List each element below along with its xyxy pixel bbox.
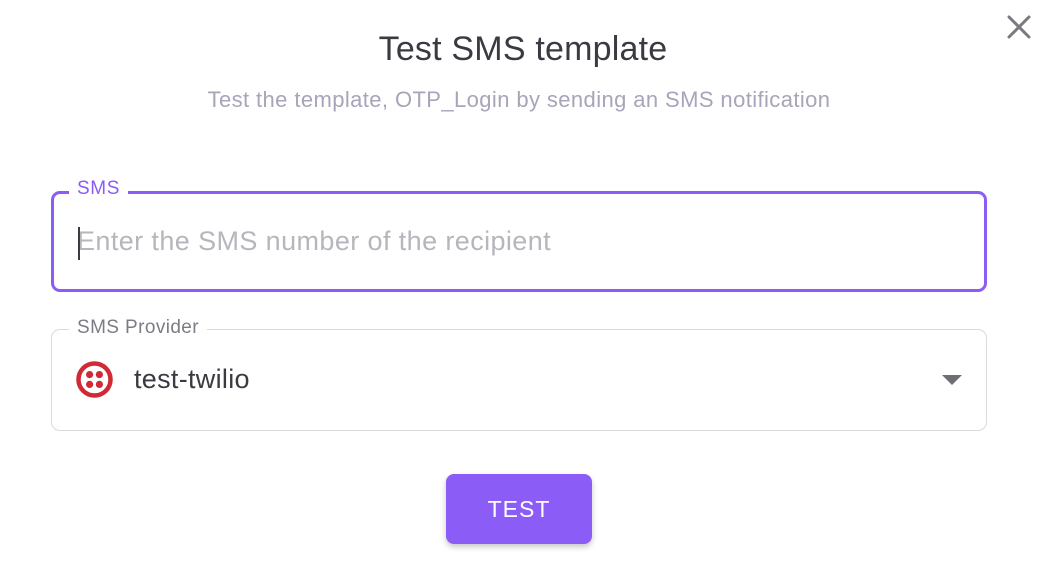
sms-field: SMS	[51, 178, 987, 292]
sms-provider-field: SMS Provider test-twilio	[51, 317, 987, 431]
dialog-title: Test SMS template	[378, 30, 668, 68]
sms-provider-select[interactable]: test-twilio	[52, 330, 986, 430]
test-sms-dialog: Test SMS template Test the template, OTP…	[0, 0, 1046, 566]
dialog-subtitle: Test the template, OTP_Login by sending …	[207, 87, 831, 112]
sms-number-input[interactable]	[77, 219, 947, 263]
twilio-logo-icon	[76, 361, 113, 398]
test-button[interactable]: TEST	[446, 474, 592, 544]
sms-field-label: SMS	[69, 178, 128, 200]
chevron-down-icon	[942, 375, 962, 385]
text-caret	[78, 227, 80, 260]
sms-provider-value: test-twilio	[134, 364, 250, 394]
